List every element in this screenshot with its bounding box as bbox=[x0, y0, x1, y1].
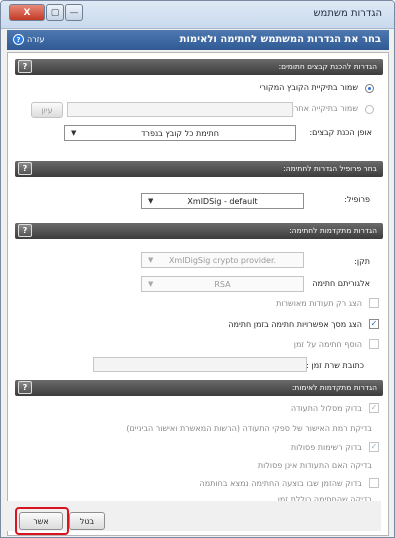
ts-server-label: כתובת שרת זמן : bbox=[306, 361, 364, 370]
section-profile-help-icon[interactable]: ? bbox=[18, 162, 32, 175]
chevron-down-icon: ▼ bbox=[148, 197, 154, 205]
title-bar: X ▢ — הגדרות משתמש bbox=[1, 1, 394, 29]
check-time-label: בדוק שהזמן שבו בוצעה החתימה נמצא בחותמה bbox=[199, 479, 362, 488]
section-advanced-sign-header: הגדרות מתקדמות לחתימה: ? bbox=[15, 223, 383, 239]
highlight-annotation bbox=[15, 507, 69, 535]
header-banner: בחר את הגדרות המשתמש לחתימה ולאימות ? עז… bbox=[7, 30, 389, 50]
show-options-checkbox[interactable]: ✓ bbox=[369, 319, 379, 329]
help-link[interactable]: ? עזרה bbox=[13, 34, 45, 45]
device-label: תקן: bbox=[354, 257, 370, 266]
chevron-down-icon: ▼ bbox=[148, 256, 154, 264]
trust-level-desc: בדיקת רמת האישור של ספקי התעודה (הרשות ה… bbox=[126, 424, 372, 433]
only-approved-label: הצג רק תעודות מאושרות bbox=[276, 299, 362, 308]
save-other-label: שמור בתיקייה אחרת bbox=[288, 104, 358, 113]
user-settings-window: X ▢ — הגדרות משתמש בחר את הגדרות המשתמש … bbox=[0, 0, 395, 538]
check-path-label: בדוק מסלול התעודה bbox=[290, 404, 362, 413]
ts-server-input[interactable] bbox=[93, 357, 307, 372]
algo-value: RSA bbox=[214, 279, 231, 289]
minimize-button[interactable]: — bbox=[65, 4, 83, 21]
profile-label: פרופיל: bbox=[344, 195, 370, 204]
help-icon: ? bbox=[13, 34, 24, 45]
help-label: עזרה bbox=[27, 35, 45, 44]
save-other-radio[interactable] bbox=[365, 105, 374, 114]
prep-select[interactable]: חתימת כל קובץ בנפרד ▼ bbox=[64, 125, 296, 141]
window-title: הגדרות משתמש bbox=[313, 8, 382, 19]
crl-desc: בדיקה האם התעודות אינן פסולות bbox=[257, 461, 372, 470]
section-files-header: הגדרות להכנת קבצים חתומים: ? bbox=[15, 59, 383, 75]
check-crl-label: בדוק רשימות פסולות bbox=[290, 443, 362, 452]
chevron-down-icon: ▼ bbox=[148, 280, 154, 288]
only-approved-checkbox[interactable] bbox=[369, 298, 379, 308]
section-advanced-sign-help-icon[interactable]: ? bbox=[18, 224, 32, 237]
close-button[interactable]: X bbox=[9, 4, 45, 21]
section-advanced-sign-title: הגדרות מתקדמות לחתימה: bbox=[289, 226, 377, 235]
section-profile-title: בחר פרופיל הגדרות לחתימה: bbox=[283, 164, 377, 173]
cancel-button[interactable]: בטל bbox=[69, 512, 105, 530]
check-time-checkbox[interactable] bbox=[369, 478, 379, 488]
section-advanced-verify-help-icon[interactable]: ? bbox=[18, 381, 32, 394]
add-timestamp-label: הוסף חתימה על זמן bbox=[293, 340, 362, 349]
section-files-help-icon[interactable]: ? bbox=[18, 60, 32, 73]
section-profile-header: בחר פרופיל הגדרות לחתימה: ? bbox=[15, 161, 383, 177]
save-original-label: שמור בתיקיית הקובץ המקורי bbox=[259, 83, 358, 92]
show-options-label: הצג מסך אפשרויות חתימה בזמן חתימה bbox=[228, 320, 362, 329]
device-select[interactable]: XmlDigSig crypto provider. ▼ bbox=[141, 252, 304, 268]
prep-label: אופן הכנת קבצים: bbox=[309, 128, 372, 137]
device-value: XmlDigSig crypto provider. bbox=[168, 255, 277, 265]
chevron-down-icon: ▼ bbox=[71, 129, 77, 137]
section-advanced-verify-title: הגדרות מתקדמות לאימות: bbox=[291, 383, 377, 392]
section-files-title: הגדרות להכנת קבצים חתומים: bbox=[278, 62, 377, 71]
check-crl-checkbox[interactable]: ✓ bbox=[369, 442, 379, 452]
other-folder-input[interactable] bbox=[67, 102, 293, 117]
profile-value: XmlDSig - default bbox=[187, 196, 258, 206]
browse-button[interactable]: עיון bbox=[31, 102, 63, 118]
check-path-checkbox[interactable]: ✓ bbox=[369, 403, 379, 413]
algo-select[interactable]: RSA ▼ bbox=[141, 276, 304, 292]
algo-label: אלגוריתם חתימה bbox=[312, 279, 370, 288]
section-advanced-verify-header: הגדרות מתקדמות לאימות: ? bbox=[15, 380, 383, 396]
profile-select[interactable]: XmlDSig - default ▼ bbox=[141, 193, 304, 209]
add-timestamp-checkbox[interactable] bbox=[369, 339, 379, 349]
maximize-button[interactable]: ▢ bbox=[46, 4, 64, 21]
banner-title: בחר את הגדרות המשתמש לחתימה ולאימות bbox=[179, 34, 381, 45]
save-original-radio[interactable] bbox=[365, 84, 374, 93]
prep-value: חתימת כל קובץ בנפרד bbox=[141, 128, 219, 138]
